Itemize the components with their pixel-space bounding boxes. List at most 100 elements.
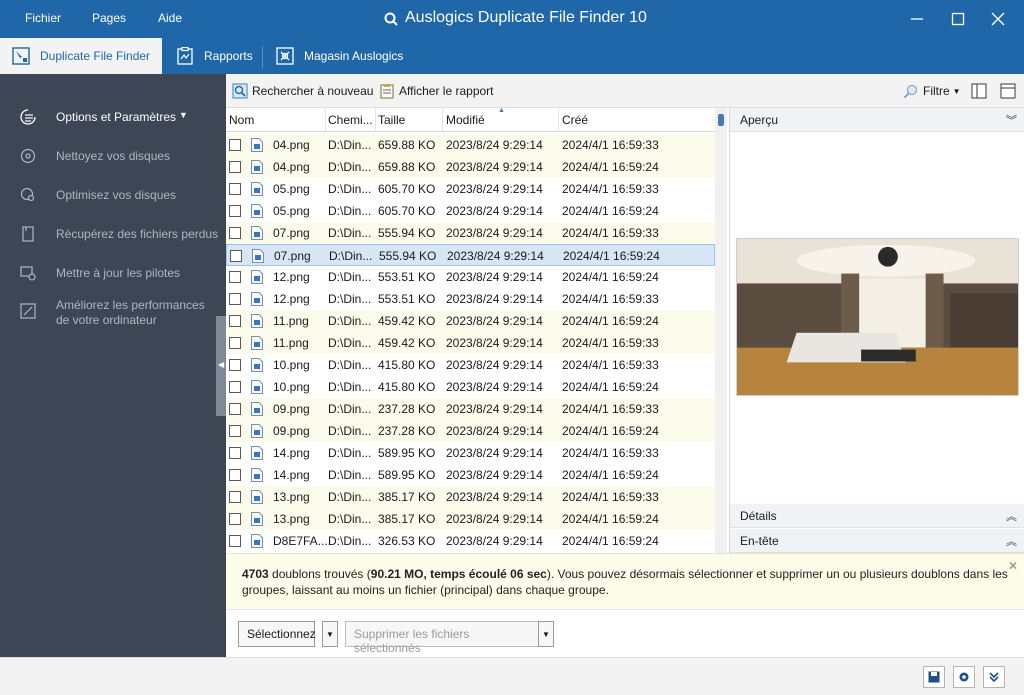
table-row[interactable]: D8E7FA.... D:\Din... 326.53 KO 2023/8/24 9:… — [226, 530, 715, 552]
row-checkbox[interactable] — [229, 403, 241, 415]
cell-modified: 2023/8/24 9:29:14 — [447, 249, 544, 263]
expand-icon[interactable]: ︽ — [1006, 508, 1017, 524]
maximize-icon[interactable] — [947, 8, 969, 30]
rescan-button[interactable]: Rechercher à nouveau — [232, 83, 373, 99]
table-row[interactable]: 05.png D:\Din... 605.70 KO 2023/8/24 9:29:1… — [226, 178, 715, 200]
column-header-created[interactable]: Créé — [562, 113, 588, 127]
row-checkbox[interactable] — [229, 447, 241, 459]
row-checkbox[interactable] — [229, 271, 241, 283]
row-checkbox[interactable] — [229, 359, 241, 371]
row-checkbox[interactable] — [229, 227, 241, 239]
expand-more-button[interactable] — [983, 666, 1005, 688]
table-row[interactable]: 04.png D:\Din... 659.88 KO 2023/8/24 9:29:1… — [226, 134, 715, 156]
select-dropdown-arrow[interactable]: ▼ — [322, 621, 338, 647]
expand-icon[interactable]: ︽ — [1006, 533, 1017, 549]
tab-reports[interactable]: Rapports — [164, 38, 262, 74]
row-checkbox[interactable] — [229, 469, 241, 481]
cell-path: D:\Din... — [328, 270, 372, 284]
filter-button[interactable]: Filtre ▼ — [903, 83, 961, 99]
row-checkbox[interactable] — [229, 139, 241, 151]
table-row[interactable]: 12.png D:\Din... 553.51 KO 2023/8/24 9:29:1… — [226, 288, 715, 310]
row-checkbox[interactable] — [229, 425, 241, 437]
table-row[interactable]: 05.png D:\Din... 605.70 KO 2023/8/24 9:29:1… — [226, 200, 715, 222]
tab-auslogics-store[interactable]: Magasin Auslogics — [264, 38, 414, 74]
column-header-path[interactable]: Chemi... — [328, 113, 373, 127]
row-checkbox[interactable] — [229, 293, 241, 305]
column-separator[interactable] — [442, 108, 443, 132]
column-separator[interactable] — [558, 108, 559, 132]
table-row[interactable]: 07.png D:\Din... 555.94 KO 2023/8/24 9:29:1… — [226, 222, 715, 244]
chevron-down-icon: ▼ — [952, 86, 961, 96]
table-row[interactable]: 04.png D:\Din... 659.88 KO 2023/8/24 9:29:1… — [226, 156, 715, 178]
cell-size: 553.51 KO — [378, 292, 436, 306]
table-row[interactable]: 10.png D:\Din... 415.80 KO 2023/8/24 9:29:1… — [226, 354, 715, 376]
table-row[interactable]: 11.png D:\Din... 459.42 KO 2023/8/24 9:29:1… — [226, 310, 715, 332]
sidebar-collapse-handle[interactable]: ◀ — [216, 316, 226, 416]
title-bar: Fichier Pages Aide Auslogics Duplicate F… — [0, 0, 1024, 38]
show-report-button[interactable]: Afficher le rapport — [379, 83, 494, 99]
vertical-scrollbar[interactable] — [715, 108, 727, 553]
table-row[interactable]: 07.png D:\Din... 555.94 KO 2023/8/24 9:29:1… — [226, 244, 715, 266]
sidebar-item-clean-disks[interactable]: Nettoyez vos disques — [0, 148, 226, 166]
table-row[interactable]: 14.png D:\Din... 589.95 KO 2023/8/24 9:29:1… — [226, 442, 715, 464]
row-checkbox[interactable] — [229, 315, 241, 327]
row-checkbox[interactable] — [229, 513, 241, 525]
table-row[interactable]: 11.png D:\Din... 459.42 KO 2023/8/24 9:29:1… — [226, 332, 715, 354]
row-checkbox[interactable] — [229, 491, 241, 503]
sidebar-item-update-drivers[interactable]: Mettre à jour les pilotes — [0, 265, 226, 283]
column-header-size[interactable]: Taille — [378, 113, 405, 127]
cell-modified: 2023/8/24 9:29:14 — [446, 204, 543, 218]
table-row[interactable]: 09.png D:\Din... 237.28 KO 2023/8/24 9:29:1… — [226, 420, 715, 442]
row-checkbox[interactable] — [229, 183, 241, 195]
table-row[interactable]: 13.png D:\Din... 385.17 KO 2023/8/24 9:29:1… — [226, 486, 715, 508]
close-icon[interactable]: ✕ — [1008, 558, 1018, 574]
layout-panel-top-icon[interactable] — [1000, 83, 1016, 99]
details-header[interactable]: Détails ︽ — [730, 504, 1024, 528]
layout-panel-left-icon[interactable] — [971, 83, 987, 99]
menu-file[interactable]: Fichier — [25, 11, 61, 25]
header-section-header[interactable]: En-tête ︽ — [730, 529, 1024, 553]
cell-size: 553.51 KO — [378, 270, 436, 284]
row-checkbox[interactable] — [229, 161, 241, 173]
row-checkbox[interactable] — [229, 337, 241, 349]
scrollbar-thumb[interactable] — [718, 114, 724, 126]
cell-path: D:\Din... — [328, 292, 372, 306]
cell-modified: 2023/8/24 9:29:14 — [446, 292, 543, 306]
select-button[interactable]: Sélectionnez — [238, 621, 316, 647]
sidebar-item-optimize-disks[interactable]: Optimisez vos disques — [0, 187, 226, 205]
delete-dropdown-arrow[interactable]: ▼ — [538, 621, 554, 647]
column-separator[interactable] — [325, 108, 326, 132]
sidebar-item-recover-files[interactable]: Récupérez des fichiers perdus — [0, 226, 226, 244]
column-header-name[interactable]: Nom — [229, 113, 254, 127]
tab-duplicate-file-finder[interactable]: Duplicate File Finder — [0, 38, 162, 74]
minimize-icon[interactable] — [906, 8, 928, 30]
table-row[interactable]: 13.png D:\Din... 385.17 KO 2023/8/24 9:29:1… — [226, 508, 715, 530]
cell-name: 12.png — [273, 292, 310, 306]
menu-help[interactable]: Aide — [158, 11, 182, 25]
column-separator[interactable] — [375, 108, 376, 132]
column-header-modified[interactable]: Modifié — [446, 113, 485, 127]
png-file-icon — [251, 468, 263, 482]
row-checkbox[interactable] — [229, 205, 241, 217]
cell-name: D8E7FA.... — [273, 534, 332, 548]
table-row[interactable]: 09.png D:\Din... 237.28 KO 2023/8/24 9:29:1… — [226, 398, 715, 420]
preview-header[interactable]: Aperçu ︾ — [730, 108, 1024, 132]
collapse-icon[interactable]: ︾ — [1006, 112, 1017, 128]
settings-button[interactable] — [953, 666, 975, 688]
cell-created: 2024/4/1 16:59:33 — [562, 336, 659, 350]
table-row[interactable]: 14.png D:\Din... 589.95 KO 2023/8/24 9:29:1… — [226, 464, 715, 486]
cell-modified: 2023/8/24 9:29:14 — [446, 468, 543, 482]
save-button[interactable] — [923, 666, 945, 688]
cell-modified: 2023/8/24 9:29:14 — [446, 138, 543, 152]
sidebar-item-improve-performance[interactable]: Améliorez les performances de votre ordi… — [0, 298, 226, 330]
sidebar-item-options[interactable]: Options et Paramètres ▼ — [0, 109, 226, 127]
delete-selected-button[interactable]: Supprimer les fichiers sélectionnés — [345, 621, 539, 655]
row-checkbox[interactable] — [230, 250, 242, 262]
row-checkbox[interactable] — [229, 381, 241, 393]
table-row[interactable]: 10.png D:\Din... 415.80 KO 2023/8/24 9:29:1… — [226, 376, 715, 398]
table-row[interactable]: 12.png D:\Din... 553.51 KO 2023/8/24 9:29:1… — [226, 266, 715, 288]
cell-name: 14.png — [273, 468, 310, 482]
close-icon[interactable] — [987, 8, 1009, 30]
menu-pages[interactable]: Pages — [92, 11, 126, 25]
row-checkbox[interactable] — [229, 535, 241, 547]
